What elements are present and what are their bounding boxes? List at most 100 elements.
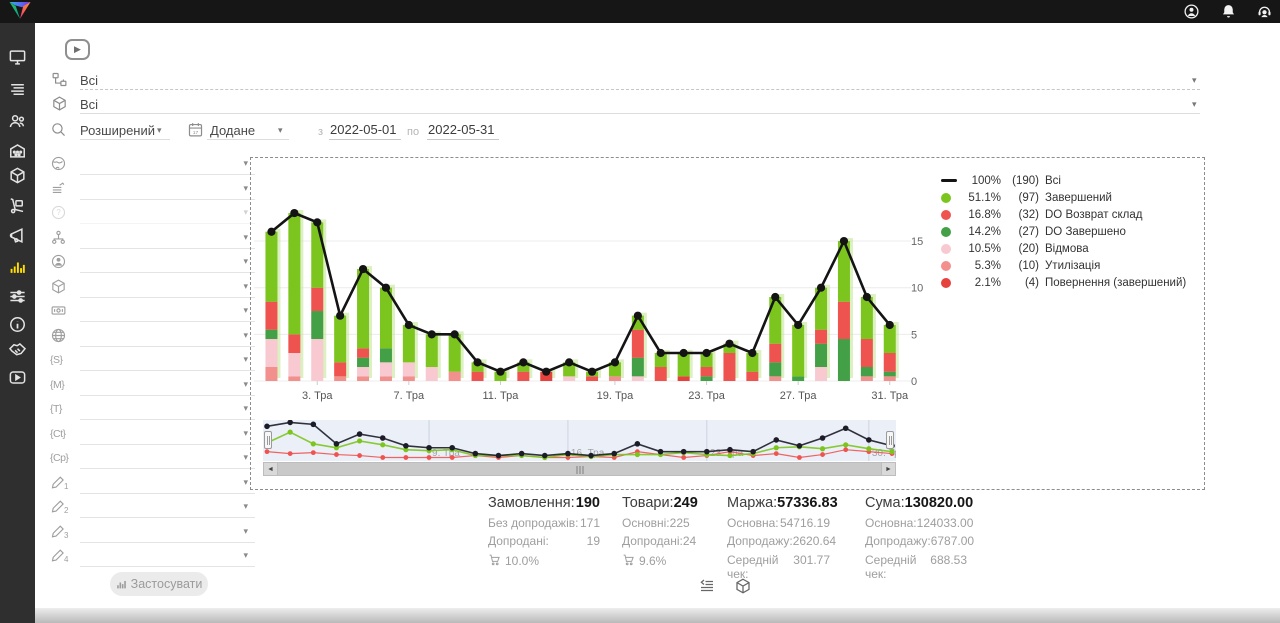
legend-item-5[interactable]: 5.3%(10)Утилізація xyxy=(941,257,1203,274)
stat-col-2: Маржа:57336.83Основна:54716.19Допродажу:… xyxy=(727,495,830,581)
source-select-value[interactable]: Всі xyxy=(80,73,98,88)
stat-row: Основні:225 xyxy=(622,516,688,530)
scroll-right-button[interactable]: ► xyxy=(881,463,895,475)
svg-text:5: 5 xyxy=(911,329,917,341)
utm-medium-icon: {M} xyxy=(50,379,64,396)
sidebar-item-sliders[interactable] xyxy=(8,287,27,306)
sitemap-icon xyxy=(50,229,67,246)
chevron-down-icon[interactable]: ▾ xyxy=(243,428,248,439)
search-mode-select[interactable]: Розширений xyxy=(80,123,155,138)
horizontal-scrollbar[interactable]: ◄ ► xyxy=(263,462,896,476)
apply-button[interactable]: Застосувати xyxy=(110,572,208,596)
filter-row-utm-campaign[interactable]: {Cp}▾ xyxy=(50,448,255,472)
scrollbar-grip[interactable] xyxy=(576,466,583,474)
scrollbar-track[interactable] xyxy=(278,463,881,475)
date-to-input[interactable] xyxy=(427,122,499,140)
legend-item-1[interactable]: 51.1%(97)Завершений xyxy=(941,189,1203,206)
chart-navigator[interactable]: 9. Тра16. Тра23. Тра30. Тра xyxy=(263,420,896,461)
chevron-down-icon[interactable]: ▾ xyxy=(1192,75,1197,86)
filter-row-custom-4[interactable]: 4▾ xyxy=(50,546,255,570)
date-from-input[interactable] xyxy=(329,122,401,140)
navigator-chart: 9. Тра16. Тра23. Тра30. Тра xyxy=(263,420,896,461)
from-label: з xyxy=(318,126,323,138)
chevron-down-icon[interactable]: ▾ xyxy=(243,550,248,561)
chevron-down-icon[interactable]: ▾ xyxy=(243,452,248,463)
stat-upsell-rate: 10.0% xyxy=(488,553,600,569)
date-field-select[interactable]: Додане xyxy=(210,123,255,138)
filter-row-product[interactable]: ▾ xyxy=(50,277,255,301)
chevron-down-icon[interactable]: ▾ xyxy=(1192,99,1197,110)
sidebar-item-handshake[interactable] xyxy=(8,340,27,359)
sidebar-item-video[interactable] xyxy=(8,368,27,387)
products-toggle-icon[interactable] xyxy=(734,577,752,595)
utm-term-icon: {T} xyxy=(50,403,62,420)
chevron-down-icon[interactable]: ▾ xyxy=(278,125,283,136)
legend-item-0[interactable]: 100%(190)Всі xyxy=(941,172,1203,189)
legend-dot-marker xyxy=(941,278,951,288)
package-icon xyxy=(51,95,68,112)
svg-text:7. Тра: 7. Тра xyxy=(394,390,425,402)
tutorial-play-button[interactable]: ▶ xyxy=(65,39,90,60)
chevron-down-icon[interactable]: ▾ xyxy=(243,526,248,537)
sidebar-item-trolley[interactable] xyxy=(8,196,27,215)
filter-row-custom-2[interactable]: 2▾ xyxy=(50,497,255,521)
filter-row-payment[interactable]: ▾ xyxy=(50,301,255,325)
sidebar-item-info[interactable] xyxy=(8,315,27,334)
chevron-down-icon[interactable]: ▾ xyxy=(243,501,248,512)
product-select-value[interactable]: Всі xyxy=(80,97,98,112)
stat-row: Основна:54716.19 xyxy=(727,516,830,530)
earth-icon xyxy=(50,155,67,172)
chevron-down-icon[interactable]: ▾ xyxy=(157,125,162,136)
filter-row-web[interactable]: ▾ xyxy=(50,326,255,350)
legend-item-4[interactable]: 10.5%(20)Відмова xyxy=(941,240,1203,257)
main-content: ▶ Всі ▾ Всі ▾ Розширений ▾ 17 Додане ▾ з… xyxy=(35,23,1280,608)
filter-row-manager[interactable]: ▾ xyxy=(50,252,255,276)
play-icon: ▶ xyxy=(74,44,81,55)
app-logo-icon[interactable] xyxy=(7,1,33,22)
svg-text:10: 10 xyxy=(911,283,923,295)
utm-content-icon: {Ct} xyxy=(50,428,66,445)
sidebar-item-package[interactable] xyxy=(8,166,27,185)
legend-item-6[interactable]: 2.1%(4)Повернення (завершений) xyxy=(941,274,1203,291)
legend-item-2[interactable]: 16.8%(32)DO Возврат склад xyxy=(941,206,1203,223)
filter-row-utm-medium[interactable]: {M}▾ xyxy=(50,375,255,399)
cube-icon xyxy=(50,278,67,295)
globe-grid-icon xyxy=(50,327,67,344)
bell-icon[interactable] xyxy=(1220,3,1237,20)
filter-row-custom-3[interactable]: 3▾ xyxy=(50,522,255,546)
filter-row-utm-term[interactable]: {T}▾ xyxy=(50,399,255,423)
svg-text:23. Тра: 23. Тра xyxy=(688,390,726,402)
sidebar-item-users[interactable] xyxy=(8,112,27,131)
filter-row-status-lines[interactable]: ▾ xyxy=(50,179,255,203)
stat-title: Сума:130820.00 xyxy=(865,495,967,511)
filter-row-utm-source[interactable]: {S}▾ xyxy=(50,350,255,374)
navigator-handle-left[interactable] xyxy=(264,431,272,449)
stat-col-0: Замовлення:190Без допродажів:171Допродан… xyxy=(488,495,600,569)
sidebar-item-warehouse[interactable] xyxy=(8,141,27,160)
filter-row-utm-content[interactable]: {Ct} ▾ xyxy=(50,424,255,448)
chevron-down-icon[interactable]: ▾ xyxy=(243,477,248,488)
filter-row-structure[interactable]: ▾ xyxy=(50,228,255,252)
orders-list-toggle-icon[interactable] xyxy=(698,577,716,595)
sidebar-item-megaphone[interactable] xyxy=(8,226,27,245)
filter-row-help[interactable]: ?▾ xyxy=(50,203,255,227)
user-circle-icon[interactable] xyxy=(1183,3,1200,20)
legend-item-3[interactable]: 14.2%(27)DO Завершено xyxy=(941,223,1203,240)
scroll-left-button[interactable]: ◄ xyxy=(264,463,278,475)
sidebar-item-analytics[interactable] xyxy=(8,257,27,276)
filter-row-country[interactable]: ▾ xyxy=(50,154,255,178)
date-field-underline xyxy=(207,139,289,140)
layers-icon xyxy=(50,180,67,197)
headset-support-icon[interactable] xyxy=(1256,3,1273,20)
apply-button-label: Застосувати xyxy=(131,577,203,591)
sidebar-item-monitor[interactable] xyxy=(8,48,27,67)
sidebar-item-list[interactable] xyxy=(8,80,27,99)
stat-row: Основна:124033.00 xyxy=(865,516,967,530)
stat-col-1: Товари:249Основні:225Допродані:249.6% xyxy=(622,495,688,569)
utm-source-icon: {S} xyxy=(50,354,63,371)
search-mode-underline xyxy=(80,139,170,140)
svg-text:11. Тра: 11. Тра xyxy=(483,390,520,402)
stat-row: Без допродажів:171 xyxy=(488,516,600,530)
filter-row-custom-1[interactable]: 1▾ xyxy=(50,473,255,497)
navigator-handle-right[interactable] xyxy=(886,431,894,449)
